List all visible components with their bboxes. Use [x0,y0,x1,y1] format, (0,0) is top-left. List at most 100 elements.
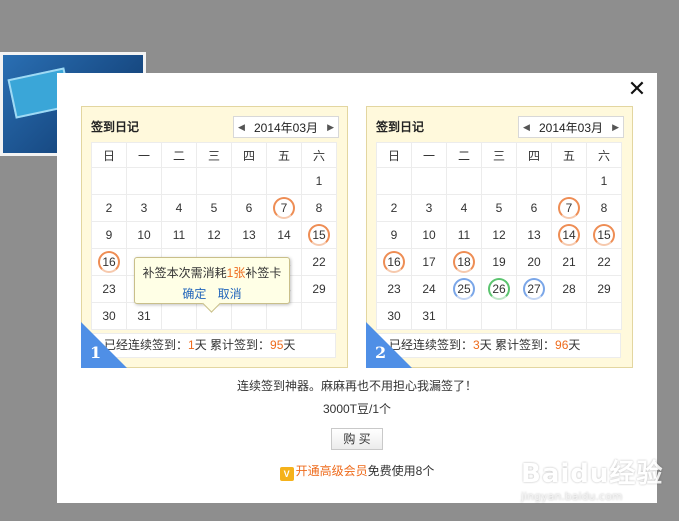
day-cell[interactable]: 3 [126,194,162,222]
day-cell[interactable]: 8 [586,194,622,222]
empty-day-cell [231,167,267,195]
weekday-header: 五 [266,142,302,168]
stats-label: 天 累计签到： [479,338,556,352]
day-cell[interactable]: 15 [586,221,622,249]
weekday-header: 三 [481,142,517,168]
confirm-link[interactable]: 确定 [182,287,206,301]
signed-day-marker: 16 [98,251,120,273]
empty-day-cell [551,167,587,195]
weekday-header: 四 [516,142,552,168]
day-cell[interactable]: 14 [266,221,302,249]
close-icon[interactable]: ✕ [627,79,647,101]
day-cell[interactable]: 3 [411,194,447,222]
promo-headline: 连续签到神器。麻麻再也不用担心我漏签了！ [236,379,477,393]
empty-day-cell [446,167,482,195]
day-cell[interactable]: 29 [301,275,337,303]
day-cell[interactable]: 23 [91,275,127,303]
next-month-icon[interactable]: ▶ [612,122,619,133]
day-cell[interactable]: 8 [301,194,337,222]
day-cell[interactable]: 29 [586,275,622,303]
day-cell[interactable]: 13 [516,221,552,249]
day-cell[interactable]: 14 [551,221,587,249]
day-cell[interactable]: 10 [126,221,162,249]
day-cell[interactable]: 11 [446,221,482,249]
cancel-link[interactable]: 取消 [218,287,242,301]
total-count: 95 [270,338,284,352]
day-cell[interactable]: 2 [376,194,412,222]
day-cell[interactable]: 7 [266,194,302,222]
watermark-logo: Baidu经验 jingyan.baidu.com [521,453,671,515]
signed-day-marker: 18 [453,251,475,273]
day-cell[interactable]: 31 [126,302,162,330]
day-cell[interactable]: 21 [551,248,587,276]
next-month-icon[interactable]: ▶ [327,122,334,133]
day-cell[interactable]: 16 [91,248,127,276]
empty-day-cell [551,302,587,330]
corner-number: 2 [375,343,387,362]
day-cell[interactable]: 20 [516,248,552,276]
day-cell[interactable]: 23 [376,275,412,303]
signed-day-marker: 15 [593,224,615,246]
makeup-day-marker: 25 [453,278,475,300]
day-cell[interactable]: 18 [446,248,482,276]
day-cell[interactable]: 15 [301,221,337,249]
day-cell[interactable]: 24 [411,275,447,303]
day-cell[interactable]: 10 [411,221,447,249]
day-cell[interactable]: 6 [516,194,552,222]
empty-day-cell [516,302,552,330]
day-cell[interactable]: 12 [481,221,517,249]
month-label: 2014年03月 [538,120,604,135]
day-cell[interactable]: 22 [301,248,337,276]
sign-in-dialog: ✕ 签到日记 ◀ 2014年03月 ▶ 日 一 二 三 四 五 六 1 2 3 … [57,73,657,503]
empty-day-cell [481,302,517,330]
day-cell[interactable]: 16 [376,248,412,276]
signed-day-marker: 15 [308,224,330,246]
month-selector: ◀ 2014年03月 ▶ [518,116,624,138]
day-cell[interactable]: 5 [196,194,232,222]
day-cell[interactable]: 31 [411,302,447,330]
day-cell[interactable]: 19 [481,248,517,276]
weekday-header: 四 [231,142,267,168]
day-cell[interactable]: 27 [516,275,552,303]
day-cell[interactable]: 26 [481,275,517,303]
total-count: 96 [555,338,569,352]
day-cell[interactable]: 9 [376,221,412,249]
day-cell[interactable]: 5 [481,194,517,222]
vip-suffix: 免费使用8个 [367,464,435,478]
day-cell[interactable]: 1 [586,167,622,195]
day-cell[interactable]: 4 [161,194,197,222]
weekday-header: 二 [446,142,482,168]
day-cell[interactable]: 13 [231,221,267,249]
day-cell[interactable]: 17 [411,248,447,276]
day-cell[interactable]: 2 [91,194,127,222]
vip-link[interactable]: 开通高级会员 [296,464,368,478]
day-cell[interactable]: 12 [196,221,232,249]
makeup-day-marker: 27 [523,278,545,300]
corner-badge [81,322,127,368]
day-cell[interactable]: 22 [586,248,622,276]
empty-day-cell [516,167,552,195]
stats-label: 天 [568,338,581,352]
empty-day-cell [411,167,447,195]
day-cell[interactable]: 6 [231,194,267,222]
signed-day-marker: 7 [273,197,295,219]
signed-day-marker: 7 [558,197,580,219]
watermark-url: jingyan.baidu.com [521,490,623,503]
stats-label: 天 累计签到： [194,338,271,352]
day-cell[interactable]: 9 [91,221,127,249]
watermark-brand: Baidu经验 [521,459,664,489]
prev-month-icon[interactable]: ◀ [238,122,245,133]
stats-label: 天 [283,338,296,352]
empty-day-cell [126,167,162,195]
day-cell[interactable]: 7 [551,194,587,222]
day-cell[interactable]: 1 [301,167,337,195]
weekday-header: 五 [551,142,587,168]
buy-button[interactable]: 购 买 [331,428,383,450]
day-cell[interactable]: 25 [446,275,482,303]
day-cell[interactable]: 11 [161,221,197,249]
day-cell[interactable]: 28 [551,275,587,303]
empty-day-cell [301,302,337,330]
calendar-panel-1: 签到日记 ◀ 2014年03月 ▶ 日 一 二 三 四 五 六 1 2 3 4 … [81,106,348,368]
day-cell[interactable]: 4 [446,194,482,222]
prev-month-icon[interactable]: ◀ [523,122,530,133]
